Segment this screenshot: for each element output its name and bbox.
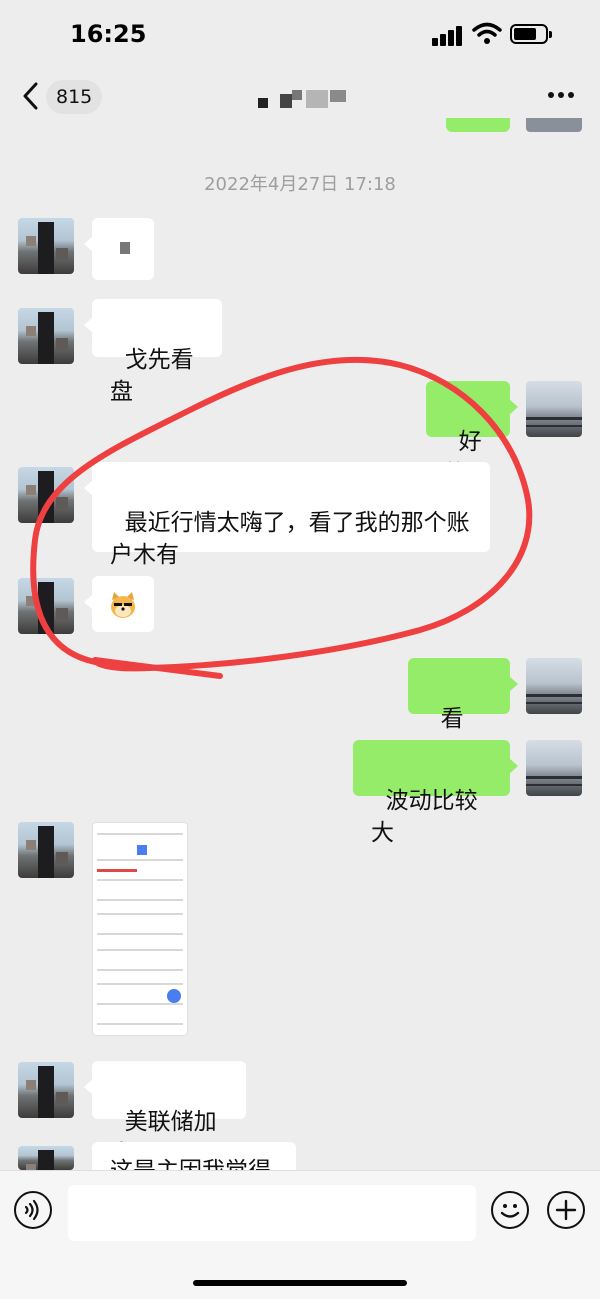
message-bubble[interactable]: 波动比较大	[353, 740, 518, 846]
plus-icon[interactable]	[547, 1191, 585, 1229]
message-bubble[interactable]	[84, 576, 154, 632]
wifi-icon	[472, 22, 502, 44]
partial-message-top	[446, 118, 510, 132]
voice-icon[interactable]	[14, 1191, 52, 1229]
home-indicator	[193, 1280, 407, 1286]
message-bubble[interactable]: 美联储加息	[84, 1061, 246, 1167]
image-tab-highlight	[137, 845, 147, 855]
my-avatar[interactable]	[526, 381, 582, 437]
status-time: 16:25	[70, 20, 147, 48]
message-bubble[interactable]: 好的	[426, 381, 518, 487]
contact-avatar[interactable]	[18, 822, 74, 878]
battery-icon	[510, 24, 552, 44]
chat-header: 815	[0, 72, 600, 128]
message-text: 最近行情太嗨了，看了我的那个账 户木有	[110, 510, 470, 568]
message-bubble[interactable]: 看了，	[408, 658, 518, 764]
chat-title	[258, 90, 350, 112]
message-bubble[interactable]	[84, 218, 154, 280]
signal-icon	[432, 24, 464, 46]
contact-avatar[interactable]	[18, 578, 74, 634]
image-message[interactable]	[92, 822, 188, 1036]
message-bubble-partial[interactable]: 这是主因我觉得	[92, 1142, 296, 1170]
contact-avatar[interactable]	[18, 1146, 74, 1170]
message-text: 波动比较大	[371, 788, 478, 846]
message-text: 戈先看盘	[110, 347, 194, 405]
message-bubble[interactable]: 戈先看盘	[84, 299, 222, 405]
more-icon[interactable]	[548, 92, 574, 100]
redaction-block	[120, 242, 130, 254]
back-icon[interactable]	[20, 82, 44, 110]
emoji-icon[interactable]	[491, 1191, 529, 1229]
unread-count-badge[interactable]: 815	[46, 80, 103, 114]
my-avatar[interactable]	[526, 740, 582, 796]
contact-avatar[interactable]	[18, 218, 74, 274]
my-avatar[interactable]	[526, 658, 582, 714]
chat-timestamp: 2022年4月27日 17:18	[204, 174, 396, 195]
message-bubble[interactable]: 最近行情太嗨了，看了我的那个账 户木有	[84, 462, 490, 568]
contact-avatar[interactable]	[18, 467, 74, 523]
doge-sticker	[111, 592, 135, 618]
message-input[interactable]	[68, 1185, 476, 1241]
contact-avatar[interactable]	[18, 1062, 74, 1118]
partial-avatar-top	[526, 118, 582, 132]
contact-avatar[interactable]	[18, 308, 74, 364]
message-text: 这是主因我觉得	[110, 1155, 271, 1170]
status-bar: 16:25	[0, 0, 600, 72]
